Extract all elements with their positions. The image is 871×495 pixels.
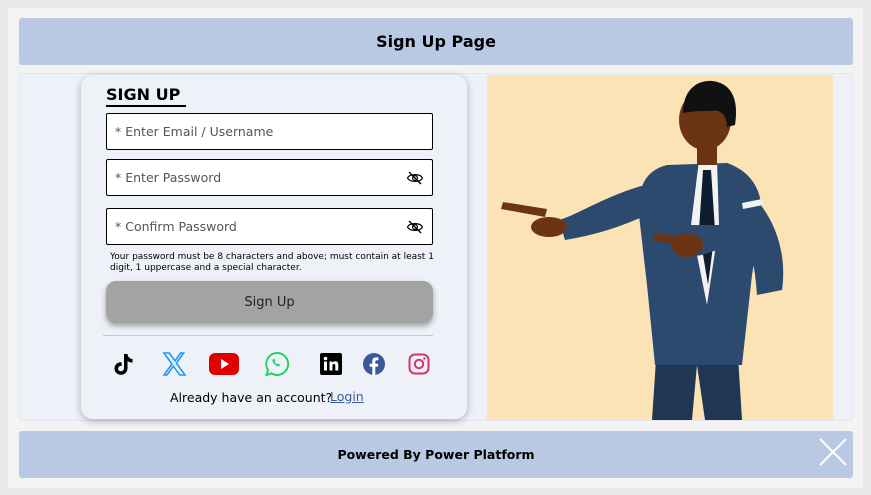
signup-title: SIGN UP (106, 85, 187, 107)
page-header: Sign Up Page (19, 18, 853, 65)
signup-button[interactable]: Sign Up (106, 281, 433, 323)
businessman-illustration (487, 75, 833, 420)
footer-text: Powered By Power Platform (337, 447, 535, 462)
instagram-icon[interactable] (406, 351, 432, 377)
facebook-icon[interactable] (361, 351, 387, 377)
confirm-password-input[interactable] (115, 219, 395, 234)
email-input[interactable] (115, 124, 395, 139)
email-field[interactable] (106, 113, 433, 150)
whatsapp-icon[interactable] (264, 351, 290, 377)
page-title: Sign Up Page (376, 32, 496, 51)
eye-off-icon[interactable] (406, 218, 424, 236)
eye-off-icon[interactable] (406, 169, 424, 187)
tiktok-icon[interactable] (110, 351, 136, 377)
youtube-icon[interactable] (209, 351, 239, 377)
login-link[interactable]: Login (330, 389, 364, 404)
page-footer: Powered By Power Platform (19, 431, 853, 478)
password-input[interactable] (115, 170, 395, 185)
confirm-password-field[interactable] (106, 208, 433, 245)
businessman-pointing-image (501, 80, 784, 420)
x-icon[interactable] (161, 351, 187, 377)
close-icon[interactable] (818, 437, 848, 467)
account-prompt: Already have an account? (170, 390, 333, 405)
divider (103, 335, 433, 336)
linkedin-icon[interactable] (318, 351, 344, 377)
password-hint: Your password must be 8 characters and a… (110, 252, 434, 273)
password-field[interactable] (106, 159, 433, 196)
